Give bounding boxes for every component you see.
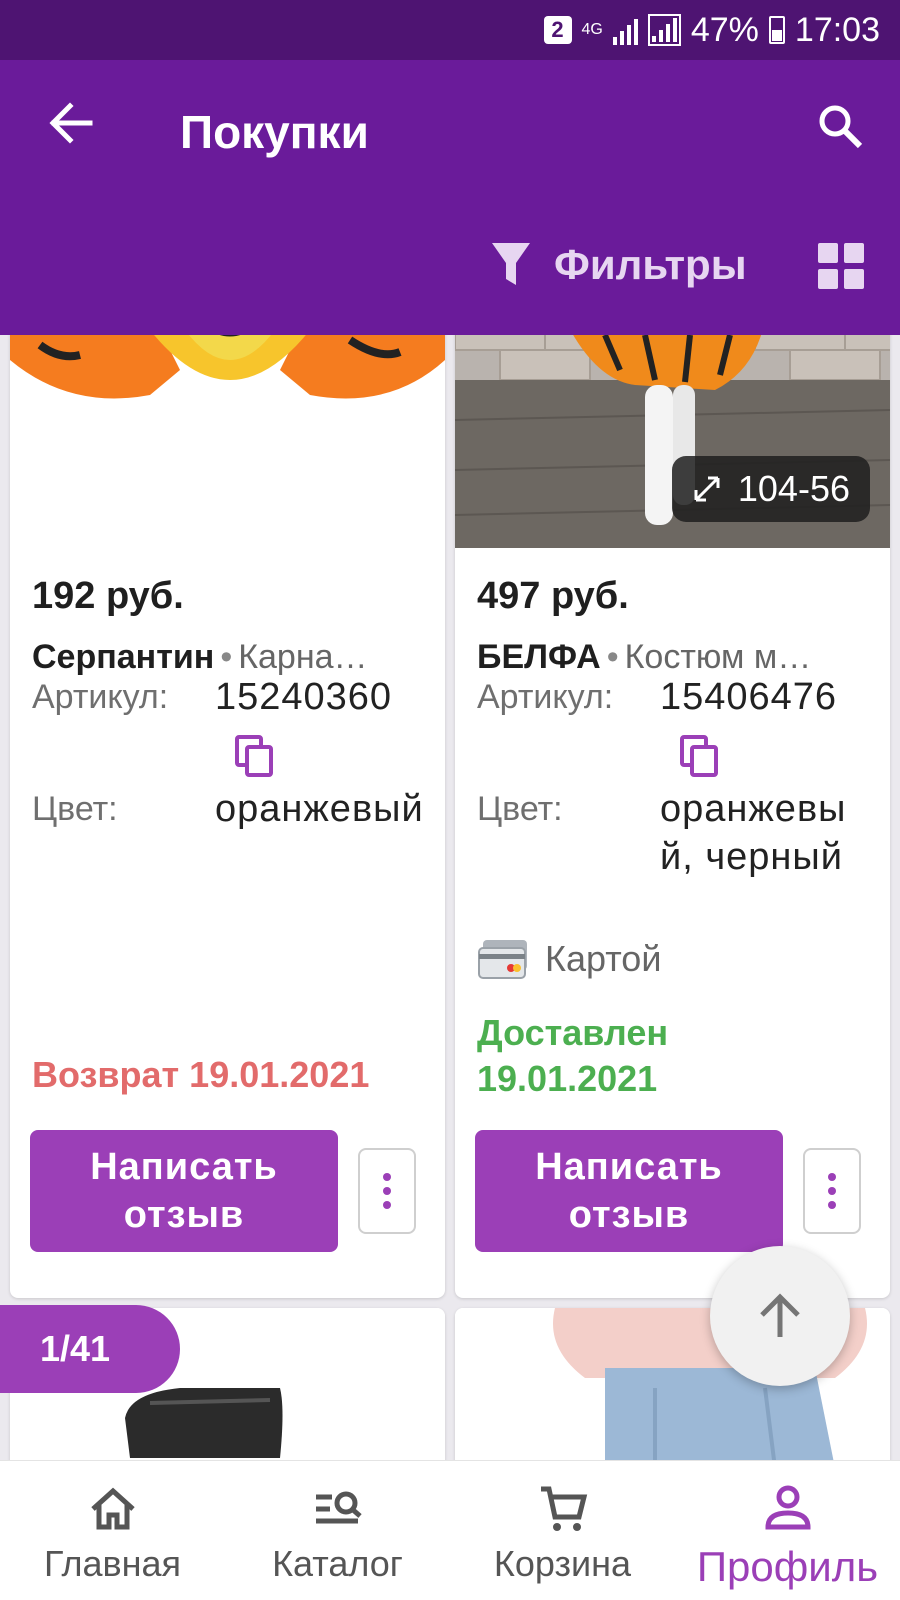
copy-icon[interactable] <box>680 735 720 779</box>
color-label: Цвет: <box>477 790 563 828</box>
write-review-button[interactable]: Написать отзыв <box>475 1130 783 1252</box>
nav-label: Каталог <box>272 1543 403 1584</box>
home-icon <box>90 1487 135 1530</box>
product-card[interactable]: 104-56 497 руб. БЕЛФА • Костюм м… Артикул:… <box>455 300 890 1298</box>
signal-icon-2 <box>647 14 681 46</box>
brand-name: БЕЛФА <box>477 638 601 676</box>
signal-icon <box>612 15 638 45</box>
back-arrow-icon[interactable] <box>48 100 94 146</box>
more-options-button[interactable] <box>358 1148 416 1234</box>
size-value: 104-56 <box>737 468 850 509</box>
copy-icon[interactable] <box>235 735 275 779</box>
color-value: оранжевый <box>215 788 424 830</box>
battery-icon <box>768 16 785 44</box>
dot-icon <box>383 1201 391 1209</box>
battery-percent: 47% <box>690 10 759 49</box>
payment-method: Картой <box>477 938 661 980</box>
clock: 17:03 <box>794 10 880 49</box>
write-review-button[interactable]: Написать отзыв <box>30 1130 338 1252</box>
network-type: 4G <box>581 21 603 38</box>
brand-line[interactable]: БЕЛФА • Костюм м… <box>477 638 877 677</box>
nav-home[interactable]: Главная <box>0 1461 225 1600</box>
size-badge: 104-56 <box>671 456 870 522</box>
expand-icon <box>694 476 720 502</box>
product-name: Костюм м… <box>624 638 812 676</box>
filters-label: Фильтры <box>554 241 747 288</box>
filters-button[interactable]: Фильтры <box>490 235 747 295</box>
credit-card-icon <box>478 940 527 979</box>
sku-label: Артикул: <box>477 678 614 716</box>
nav-cart[interactable]: Корзина <box>450 1461 675 1600</box>
order-status: Доставлен 19.01.2021 <box>477 1012 669 1099</box>
dot-icon <box>383 1173 391 1181</box>
page-counter: 1/41 <box>0 1305 180 1393</box>
product-card[interactable]: 192 руб. Серпантин • Карна… Артикул: 15240… <box>10 300 445 1298</box>
nav-label: Профиль <box>696 1543 879 1590</box>
brand-line[interactable]: Серпантин • Карна… <box>32 638 432 677</box>
app-bar: Покупки Фильтры <box>0 60 900 335</box>
color-label: Цвет: <box>32 790 118 828</box>
product-image[interactable] <box>10 300 445 548</box>
price: 192 руб. <box>32 575 184 617</box>
dot-icon <box>828 1173 836 1181</box>
status-bar: 2 4G 47% 17:03 <box>0 0 900 60</box>
product-image[interactable]: 104-56 <box>455 300 890 548</box>
grid-view-icon[interactable] <box>818 243 864 289</box>
page-title: Покупки <box>180 106 369 158</box>
product-name: Карна… <box>238 638 368 676</box>
nav-catalog[interactable]: Каталог <box>225 1461 450 1600</box>
filter-funnel-icon <box>492 243 530 285</box>
nav-profile[interactable]: Профиль <box>675 1461 900 1600</box>
order-status: Возврат 19.01.2021 <box>32 1054 370 1095</box>
search-icon[interactable] <box>816 102 864 150</box>
brand-name: Серпантин <box>32 638 215 676</box>
arrow-up-icon <box>760 1293 800 1337</box>
sku-label: Артикул: <box>32 678 169 716</box>
color-value: оранжевый, черный <box>660 788 847 878</box>
profile-icon <box>764 1485 811 1530</box>
cart-icon <box>540 1486 587 1531</box>
catalog-search-icon <box>315 1491 362 1524</box>
sim-icon: 2 <box>543 16 572 44</box>
dot-icon <box>828 1201 836 1209</box>
more-options-button[interactable] <box>803 1148 861 1234</box>
price: 497 руб. <box>477 575 629 617</box>
separator-dot: • <box>220 638 233 676</box>
bottom-navigation: Главная Каталог Корзина Профиль <box>0 1460 900 1600</box>
scroll-to-top-button[interactable] <box>710 1246 850 1386</box>
separator-dot: • <box>606 638 619 676</box>
payment-label: Картой <box>545 938 662 979</box>
dot-icon <box>383 1187 391 1195</box>
dot-icon <box>828 1187 836 1195</box>
sku-value: 15240360 <box>215 676 393 718</box>
nav-label: Корзина <box>493 1543 632 1584</box>
nav-label: Главная <box>43 1543 182 1584</box>
sku-value: 15406476 <box>660 676 838 718</box>
